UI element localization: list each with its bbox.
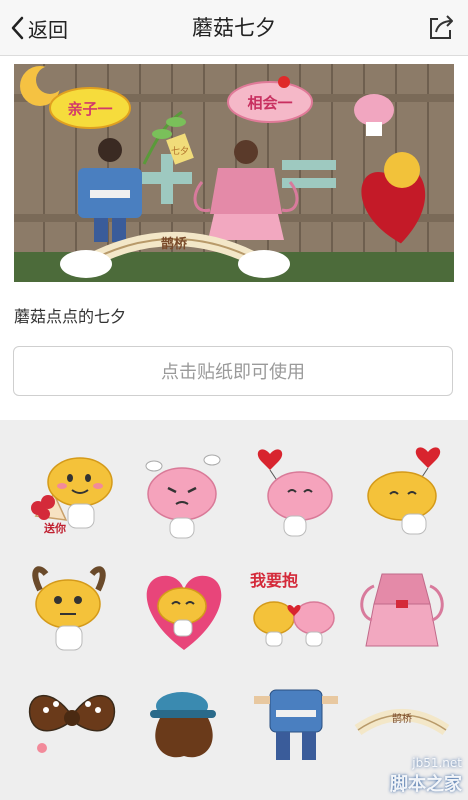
sticker-grid: 送你 我要抱 鹊桥 jb51.net 脚本之家: [0, 420, 468, 800]
blue-outfit-sticker[interactable]: [246, 676, 346, 776]
hero-tag: 七夕: [171, 145, 189, 157]
hero-sign-right: 相会一: [247, 94, 292, 112]
page-title: 蘑菇七夕: [192, 16, 276, 40]
kiss-sticker[interactable]: 我要抱: [244, 560, 344, 660]
share-icon: [430, 15, 453, 39]
flower-bouquet-sticker[interactable]: 送你: [18, 450, 118, 550]
watermark-brand: 脚本之家: [390, 774, 462, 795]
sticker-pack-caption: 蘑菇点点的七夕: [14, 307, 127, 326]
use-sticker-button[interactable]: 点击贴纸即可使用: [13, 346, 453, 396]
hero-bridge: 鹊桥: [161, 236, 188, 252]
pink-angry-sticker[interactable]: [132, 450, 232, 550]
sticker-text-bridge: 鹊桥: [392, 712, 412, 725]
pink-heart-balloon-sticker[interactable]: [248, 440, 348, 540]
blue-hat-sticker[interactable]: [136, 676, 236, 776]
yellow-heart-balloon-sticker[interactable]: [358, 440, 458, 540]
sticker-text-flower: 送你: [43, 521, 66, 535]
share-button[interactable]: [426, 12, 456, 46]
watermark: jb51.net 脚本之家: [390, 756, 462, 796]
watermark-site: jb51.net: [412, 756, 462, 770]
pink-dress-sticker[interactable]: [352, 556, 452, 656]
hero-sign-left: 亲子一: [67, 100, 112, 118]
sticker-text-kiss: 我要抱: [250, 571, 298, 590]
ox-horns-sticker[interactable]: [20, 560, 120, 660]
nav-bar: 返回 蘑菇七夕: [0, 0, 468, 56]
pink-heart-sticker[interactable]: [134, 560, 234, 660]
hero-image: 亲子一 相会一 七夕 鹊桥: [14, 64, 454, 282]
bow-sticker[interactable]: [22, 676, 122, 776]
